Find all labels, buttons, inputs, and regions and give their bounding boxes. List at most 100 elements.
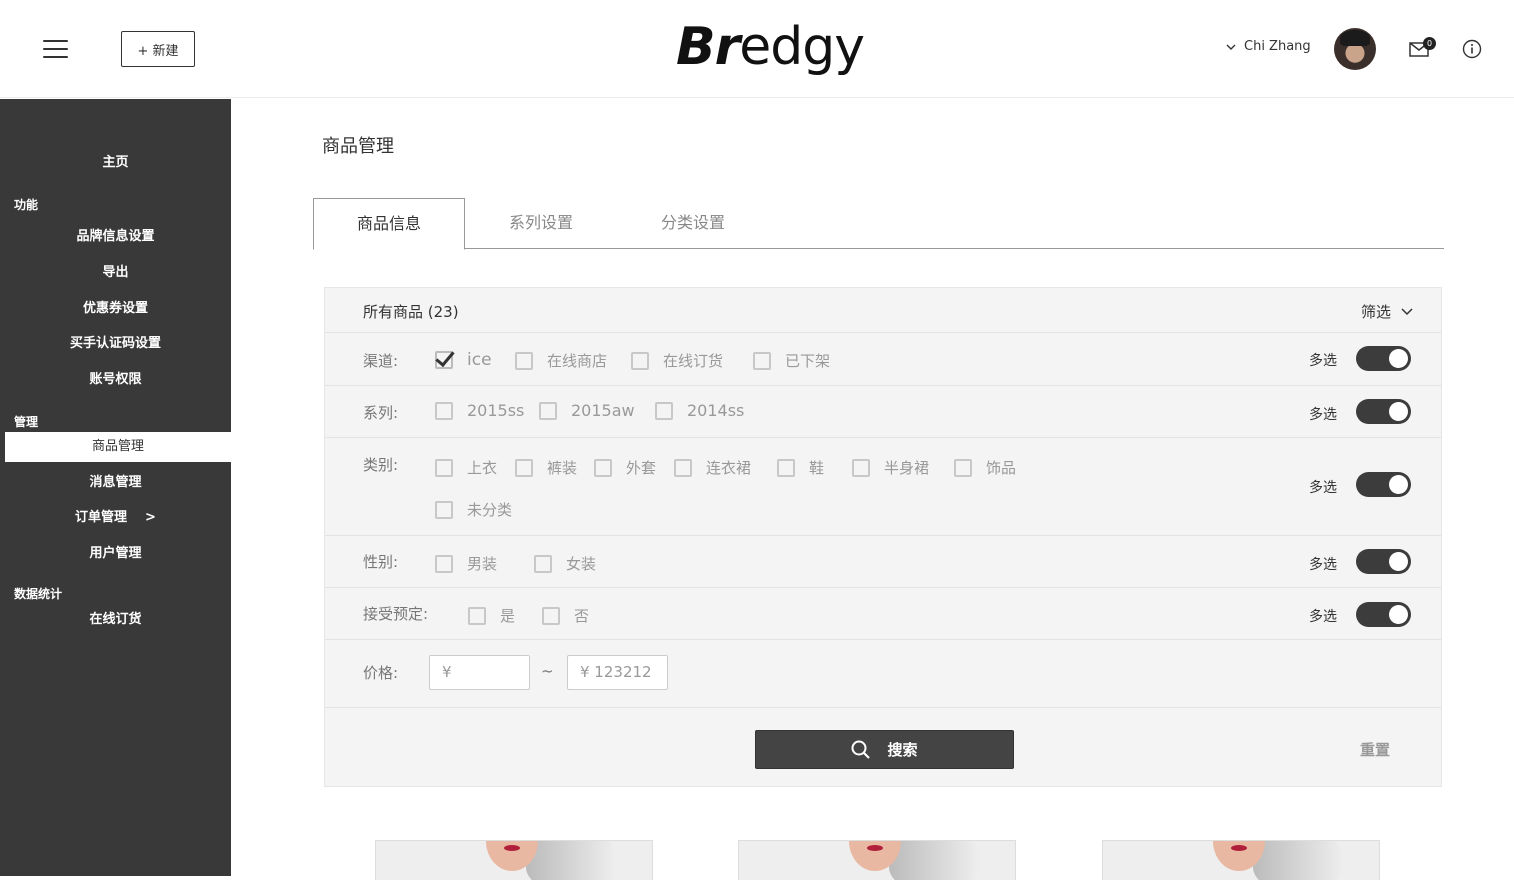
checkbox[interactable]: [435, 554, 453, 573]
checkbox[interactable]: [435, 500, 453, 519]
gender-label: 性别:: [363, 553, 399, 571]
series-option-2015aw[interactable]: 2015aw: [539, 401, 635, 420]
option-label: 2015aw: [571, 401, 635, 420]
checkbox[interactable]: [542, 606, 560, 625]
sidebar-item-orders[interactable]: 订单管理 >: [0, 503, 231, 533]
category-option-tops[interactable]: 上衣: [435, 457, 497, 478]
channel-option-online-ordering[interactable]: 在线订货: [631, 350, 723, 371]
product-image: [1253, 841, 1343, 880]
sidebar-item-online-orders[interactable]: 在线订货: [0, 605, 231, 635]
search-button-label: 搜索: [887, 742, 918, 759]
filter-panel: 所有商品 (23) 筛选 渠道: ice 在线商店 在线订货 已下架 多选 系列…: [324, 287, 1442, 787]
new-button-label: + 新建: [137, 43, 179, 59]
option-label: 半身裙: [884, 459, 930, 477]
checkbox-checked[interactable]: [435, 351, 453, 369]
checkbox[interactable]: [631, 351, 649, 370]
multi-select-label: 多选: [1309, 480, 1337, 496]
category-option-skirts[interactable]: 半身裙: [852, 457, 929, 478]
multi-select-toggle-category[interactable]: [1356, 472, 1411, 497]
option-label: 饰品: [986, 459, 1017, 477]
option-label: ice: [467, 350, 492, 370]
price-max-field[interactable]: ¥ 123212: [567, 655, 668, 690]
sidebar-item-coupons[interactable]: 优惠券设置: [0, 294, 231, 324]
sidebar-item-products[interactable]: 商品管理: [5, 432, 231, 462]
checkbox[interactable]: [954, 458, 972, 477]
channel-option-online-store[interactable]: 在线商店: [515, 350, 607, 371]
series-option-2014ss[interactable]: 2014ss: [655, 401, 744, 420]
gender-option-men[interactable]: 男装: [435, 553, 497, 574]
tab-series-settings[interactable]: 系列设置: [465, 198, 617, 249]
sidebar-item-buyer-codes[interactable]: 买手认证码设置: [0, 329, 231, 359]
filter-toggle[interactable]: 筛选: [1361, 301, 1413, 322]
sidebar-item-home[interactable]: 主页: [0, 148, 231, 178]
price-min-field[interactable]: ¥: [429, 655, 530, 690]
product-card[interactable]: [1102, 840, 1380, 880]
checkbox[interactable]: [534, 554, 552, 573]
info-icon[interactable]: [1462, 39, 1482, 59]
sidebar-section-manage: 管理: [14, 415, 39, 429]
sidebar-item-account-permissions[interactable]: 账号权限: [0, 365, 231, 395]
chevron-down-icon: [1226, 44, 1236, 50]
series-option-2015ss[interactable]: 2015ss: [435, 401, 524, 420]
category-option-pants[interactable]: 裤装: [515, 457, 577, 478]
multi-select-toggle-gender[interactable]: [1356, 549, 1411, 574]
channel-option-ice[interactable]: ice: [435, 350, 492, 370]
checkbox[interactable]: [674, 458, 692, 477]
checkbox[interactable]: [777, 458, 795, 477]
sidebar-item-messages[interactable]: 消息管理: [0, 468, 231, 498]
gender-option-women[interactable]: 女装: [534, 553, 596, 574]
sidebar-item-brand-settings[interactable]: 品牌信息设置: [0, 222, 231, 252]
checkbox[interactable]: [515, 458, 533, 477]
filter-label: 筛选: [1360, 303, 1391, 321]
brand-logo[interactable]: Bredgy: [676, 16, 865, 78]
checkbox[interactable]: [852, 458, 870, 477]
product-card[interactable]: [738, 840, 1016, 880]
checkbox[interactable]: [594, 458, 612, 477]
sidebar-item-export[interactable]: 导出: [0, 258, 231, 288]
checkbox[interactable]: [515, 351, 533, 370]
checkbox[interactable]: [655, 401, 673, 420]
avatar[interactable]: [1334, 28, 1376, 70]
category-option-dresses[interactable]: 连衣裙: [674, 457, 751, 478]
category-option-uncategorized[interactable]: 未分类: [435, 499, 512, 520]
price-range-separator: ~: [541, 662, 554, 680]
mail-badge: 0: [1423, 37, 1436, 50]
checkbox[interactable]: [539, 401, 557, 420]
user-name: Chi Zhang: [1244, 39, 1311, 54]
product-image: [526, 841, 616, 880]
category-label: 类别:: [363, 456, 399, 474]
option-label: 上衣: [467, 459, 498, 477]
hamburger-menu-icon[interactable]: [43, 40, 68, 60]
channel-option-delisted[interactable]: 已下架: [753, 350, 830, 371]
search-button[interactable]: 搜索: [755, 730, 1014, 769]
product-card[interactable]: [375, 840, 653, 880]
option-label: 2014ss: [687, 401, 745, 420]
category-option-shoes[interactable]: 鞋: [777, 457, 824, 478]
option-label: 连衣裙: [706, 459, 752, 477]
preorder-option-no[interactable]: 否: [542, 605, 589, 626]
preorder-option-yes[interactable]: 是: [468, 605, 515, 626]
user-menu[interactable]: Chi Zhang: [1226, 39, 1311, 54]
tab-category-settings[interactable]: 分类设置: [617, 198, 769, 249]
header: + 新建 Bredgy Chi Zhang 0: [0, 0, 1514, 98]
product-image: [889, 841, 979, 880]
preorder-label: 接受预定:: [363, 605, 429, 623]
checkbox[interactable]: [468, 606, 486, 625]
multi-select-toggle-preorder[interactable]: [1356, 602, 1411, 627]
sidebar-item-users[interactable]: 用户管理: [0, 539, 231, 569]
tab-product-info[interactable]: 商品信息: [313, 198, 465, 250]
chevron-down-icon: [1401, 307, 1413, 315]
checkbox[interactable]: [435, 458, 453, 477]
new-button[interactable]: + 新建: [121, 31, 195, 67]
filter-row-category: 类别: 上衣 裤装 外套 连衣裙 鞋 半身裙 饰品 未分类 多选: [325, 438, 1441, 536]
option-label: 女装: [566, 555, 597, 573]
channel-label: 渠道:: [363, 352, 399, 370]
category-option-outerwear[interactable]: 外套: [594, 457, 656, 478]
reset-button[interactable]: 重置: [1360, 739, 1390, 760]
multi-select-toggle-channel[interactable]: [1356, 346, 1411, 371]
multi-select-toggle-series[interactable]: [1356, 399, 1411, 424]
multi-select-label: 多选: [1309, 353, 1337, 369]
checkbox[interactable]: [435, 401, 453, 420]
checkbox[interactable]: [753, 351, 771, 370]
category-option-accessories[interactable]: 饰品: [954, 457, 1016, 478]
